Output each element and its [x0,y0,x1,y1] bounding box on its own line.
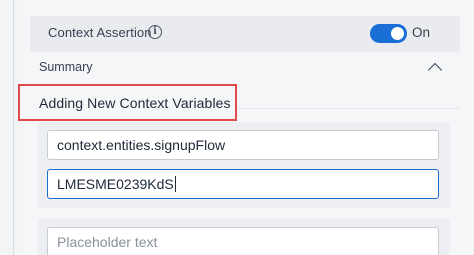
left-divider [13,0,14,255]
context-variable-name-input[interactable]: context.entities.signupFlow [47,130,439,160]
context-assertion-label: Context Assertion [48,25,152,40]
context-assertion-toggle[interactable] [370,24,407,43]
info-circle-icon[interactable]: i [148,25,162,39]
summary-header[interactable]: Summary [30,56,460,84]
text-caret [174,176,176,192]
context-variable-value-text: LMESME0239KdS [57,176,174,192]
context-assertion-editor: Context Assertion i On Summary Adding Ne… [0,0,474,255]
context-variable-name-value: context.entities.signupFlow [57,137,226,153]
toggle-state-label: On [412,25,431,40]
placeholder-text: Placeholder text [57,234,158,250]
chevron-up-icon[interactable] [427,62,443,78]
context-assertion-row: Context Assertion i On [30,16,460,52]
toggle-knob [391,27,404,40]
summary-label: Summary [39,60,93,74]
section-heading: Adding New Context Variables [39,95,231,111]
context-variable-value-input[interactable]: LMESME0239KdS [47,169,439,199]
left-gutter [0,0,18,255]
section-divider [237,108,460,109]
section-heading-highlight: Adding New Context Variables [18,84,237,121]
placeholder-input[interactable]: Placeholder text [47,227,439,255]
